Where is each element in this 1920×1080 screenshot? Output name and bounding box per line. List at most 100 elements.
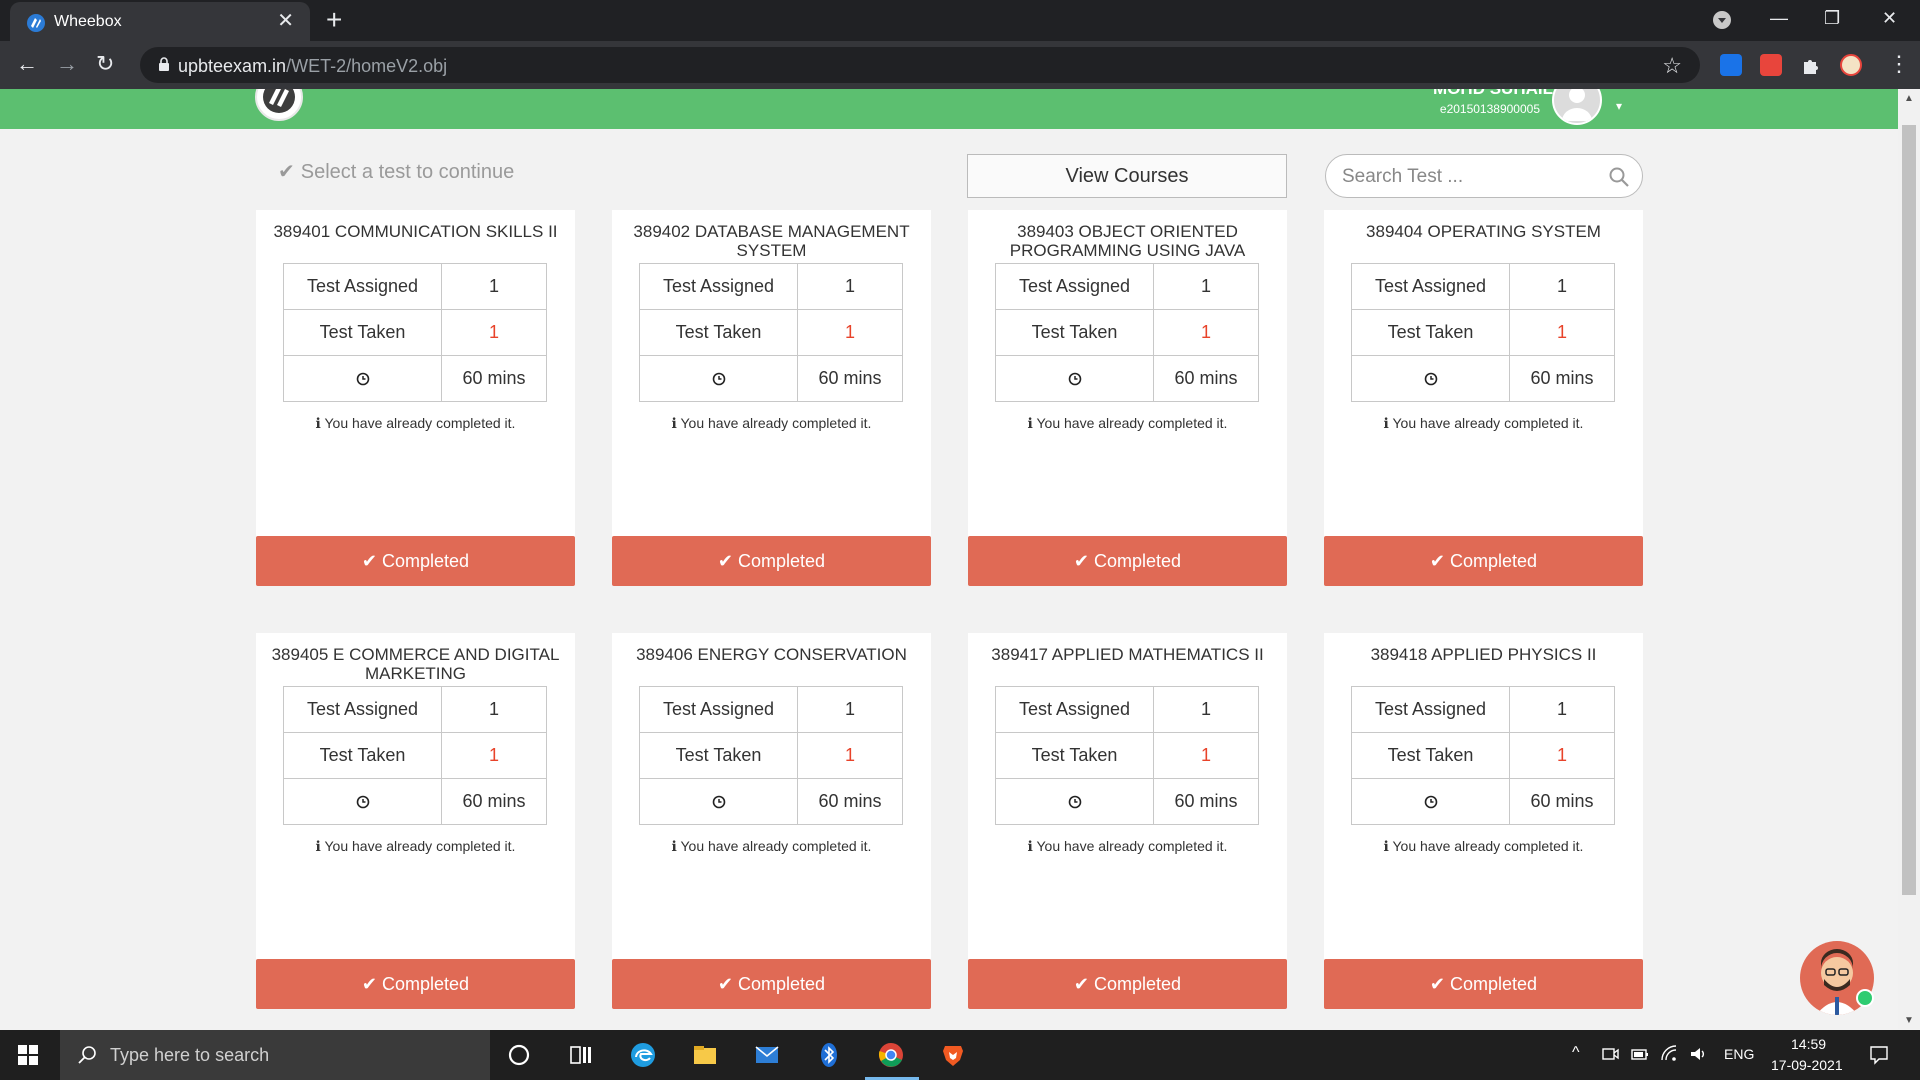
view-courses-button[interactable]: View Courses: [967, 154, 1287, 198]
assigned-label: Test Assigned: [1351, 686, 1510, 733]
user-menu-caret-icon[interactable]: ▾: [1616, 99, 1622, 113]
test-card[interactable]: 389406 ENERGY CONSERVATION Test Assigned 1…: [612, 633, 931, 975]
url-host: upbteexam.in: [178, 56, 287, 76]
search-icon[interactable]: [1608, 166, 1630, 188]
completed-note: ℹ You have already completed it.: [315, 415, 516, 431]
test-card[interactable]: 389401 COMMUNICATION SKILLS II Test Assig…: [256, 210, 575, 552]
assigned-value: 1: [797, 686, 903, 733]
page-viewport: MOHD SUHAIL e20150138900005 ▾ ✔Select a …: [0, 89, 1898, 1029]
taken-label: Test Taken: [995, 732, 1154, 779]
chrome-icon[interactable]: [878, 1042, 904, 1068]
new-tab-button[interactable]: +: [326, 6, 342, 34]
completed-button[interactable]: ✔ Completed: [612, 536, 931, 586]
extension-translate-icon[interactable]: [1720, 54, 1742, 76]
windows-start-icon[interactable]: [18, 1045, 38, 1065]
address-bar[interactable]: upbteexam.in/WET-2/homeV2.obj ☆: [140, 47, 1700, 83]
completed-note: ℹ You have already completed it.: [1383, 415, 1584, 431]
wifi-icon[interactable]: [1660, 1044, 1680, 1064]
completed-note: ℹ You have already completed it.: [671, 415, 872, 431]
assigned-value: 1: [441, 686, 547, 733]
completed-button[interactable]: ✔ Completed: [256, 536, 575, 586]
file-explorer-icon[interactable]: [692, 1042, 718, 1068]
extensions-puzzle-icon[interactable]: [1800, 54, 1822, 76]
meet-now-icon[interactable]: [1600, 1044, 1620, 1064]
test-card[interactable]: 389418 APPLIED PHYSICS II Test Assigned 1 T…: [1324, 633, 1643, 975]
tray-overflow-icon[interactable]: ^: [1572, 1044, 1580, 1062]
mail-icon[interactable]: [754, 1042, 780, 1068]
test-stats-table: Test Assigned 1 Test Taken 1 60 mins: [639, 686, 903, 825]
scroll-down-arrow-icon[interactable]: ▼: [1904, 1015, 1914, 1026]
test-stats-table: Test Assigned 1 Test Taken 1 60 mins: [1351, 686, 1615, 825]
completed-button[interactable]: ✔ Completed: [968, 959, 1287, 1009]
clock-date[interactable]: 17-09-2021: [1771, 1057, 1843, 1073]
search-test-box[interactable]: [1325, 154, 1643, 198]
scrollbar-thumb[interactable]: [1902, 125, 1916, 895]
profile-dropdown-icon[interactable]: [1712, 10, 1732, 30]
table-row: Test Assigned 1: [639, 263, 903, 310]
close-window-button[interactable]: ✕: [1882, 8, 1897, 29]
duration-value: 60 mins: [1153, 355, 1259, 402]
taskbar-search-icon: [78, 1046, 96, 1064]
notifications-icon[interactable]: [1868, 1044, 1890, 1066]
test-card[interactable]: 389402 DATABASE MANAGEMENT SYSTEM Test As…: [612, 210, 931, 552]
battery-icon[interactable]: [1630, 1044, 1650, 1064]
search-test-input[interactable]: [1342, 165, 1592, 189]
url-path: /WET-2/homeV2.obj: [286, 56, 448, 76]
wheebox-logo[interactable]: [255, 89, 303, 121]
taken-label: Test Taken: [639, 309, 798, 356]
duration-value: 60 mins: [1153, 778, 1259, 825]
taken-value: 1: [1153, 732, 1259, 779]
brave-icon[interactable]: [940, 1042, 966, 1068]
taskbar-search-box[interactable]: Type here to search: [60, 1030, 490, 1080]
bluetooth-icon[interactable]: [816, 1042, 842, 1068]
cortana-icon[interactable]: [506, 1042, 532, 1068]
volume-icon[interactable]: [1688, 1044, 1708, 1064]
taken-label: Test Taken: [1351, 732, 1510, 779]
test-card[interactable]: 389405 E COMMERCE AND DIGITAL MARKETING T…: [256, 633, 575, 975]
bookmark-star-icon[interactable]: ☆: [1662, 53, 1682, 79]
taken-value: 1: [797, 732, 903, 779]
clock-time[interactable]: 14:59: [1791, 1036, 1826, 1052]
table-row: Test Taken 1: [1351, 732, 1615, 779]
assigned-value: 1: [1509, 263, 1615, 310]
browser-menu-icon[interactable]: ⋮: [1888, 53, 1910, 75]
back-button[interactable]: ←: [16, 53, 38, 75]
table-row: Test Assigned 1: [283, 686, 547, 733]
extension-pocket-icon[interactable]: [1760, 54, 1782, 76]
table-row: Test Taken 1: [283, 309, 547, 356]
clock-icon: [356, 372, 369, 386]
test-card-title: 389417 APPLIED MATHEMATICS II: [991, 645, 1264, 664]
task-view-icon[interactable]: [568, 1042, 594, 1068]
completed-button[interactable]: ✔ Completed: [256, 959, 575, 1009]
user-avatar[interactable]: [1552, 89, 1602, 125]
forward-button[interactable]: →: [56, 53, 78, 75]
input-language[interactable]: ENG: [1724, 1046, 1754, 1062]
profile-avatar-icon[interactable]: [1840, 54, 1862, 76]
restore-button[interactable]: ❐: [1824, 8, 1840, 29]
completed-button[interactable]: ✔ Completed: [612, 959, 931, 1009]
reload-button[interactable]: ↻: [96, 53, 114, 75]
taskbar-search-placeholder: Type here to search: [110, 1045, 270, 1065]
browser-tab[interactable]: Wheebox ✕: [10, 2, 310, 41]
assigned-value: 1: [1153, 263, 1259, 310]
online-status-dot: [1856, 989, 1874, 1007]
table-row: 60 mins: [283, 778, 547, 825]
check-icon: ✔: [278, 161, 295, 183]
test-card[interactable]: 389404 OPERATING SYSTEM Test Assigned 1 Tes…: [1324, 210, 1643, 552]
page-scrollbar[interactable]: ▲ ▼: [1898, 89, 1920, 1029]
completed-button[interactable]: ✔ Completed: [1324, 959, 1643, 1009]
completed-button[interactable]: ✔ Completed: [968, 536, 1287, 586]
duration-clock-cell: [995, 355, 1154, 402]
test-card[interactable]: 389417 APPLIED MATHEMATICS II Test Assign…: [968, 633, 1287, 975]
duration-clock-cell: [995, 778, 1154, 825]
table-row: 60 mins: [995, 355, 1259, 402]
tab-close-icon[interactable]: ✕: [277, 11, 294, 31]
minimize-button[interactable]: —: [1770, 8, 1788, 29]
test-card[interactable]: 389403 OBJECT ORIENTED PROGRAMMING USING…: [968, 210, 1287, 552]
clock-icon: [1068, 795, 1081, 809]
edge-browser-icon[interactable]: [630, 1042, 656, 1068]
completed-button[interactable]: ✔ Completed: [1324, 536, 1643, 586]
test-stats-table: Test Assigned 1 Test Taken 1 60 mins: [1351, 263, 1615, 402]
scroll-up-arrow-icon[interactable]: ▲: [1904, 93, 1914, 104]
taken-value: 1: [441, 732, 547, 779]
